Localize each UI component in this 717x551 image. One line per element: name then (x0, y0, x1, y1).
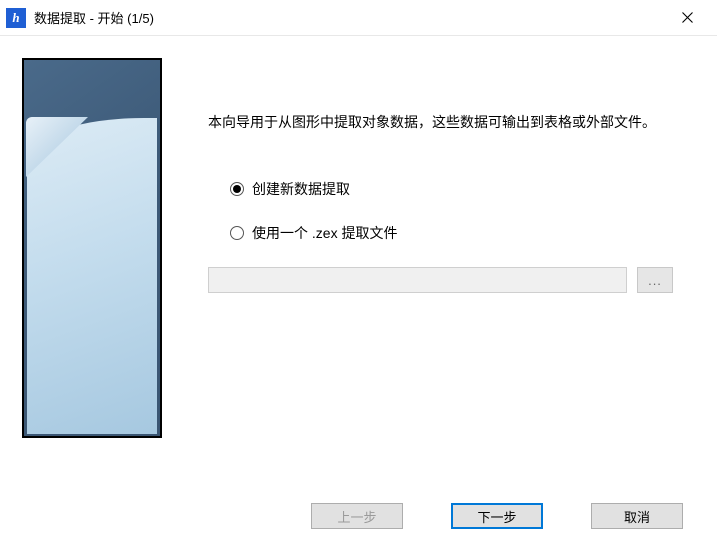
option-use-file[interactable]: 使用一个 .zex 提取文件 (230, 223, 673, 243)
back-button: 上一步 (311, 503, 403, 529)
wizard-illustration (22, 58, 162, 438)
file-path-row: ... (208, 267, 673, 293)
window-title: 数据提取 - 开始 (1/5) (34, 8, 665, 27)
intro-text: 本向导用于从图形中提取对象数据，这些数据可输出到表格或外部文件。 (208, 112, 673, 133)
cancel-button[interactable]: 取消 (591, 503, 683, 529)
app-icon: h (6, 8, 26, 28)
close-icon (682, 12, 693, 23)
radio-create-new[interactable] (230, 182, 244, 196)
content-area: 本向导用于从图形中提取对象数据，这些数据可输出到表格或外部文件。 创建新数据提取… (0, 36, 717, 474)
wizard-body: 本向导用于从图形中提取对象数据，这些数据可输出到表格或外部文件。 创建新数据提取… (162, 58, 695, 474)
option-use-file-label: 使用一个 .zex 提取文件 (252, 223, 397, 243)
page-curl-graphic (27, 118, 157, 434)
file-path-input (208, 267, 627, 293)
option-create-new-label: 创建新数据提取 (252, 179, 350, 199)
close-button[interactable] (665, 3, 709, 33)
option-create-new[interactable]: 创建新数据提取 (230, 179, 673, 199)
titlebar: h 数据提取 - 开始 (1/5) (0, 0, 717, 36)
browse-button: ... (637, 267, 673, 293)
next-button[interactable]: 下一步 (451, 503, 543, 529)
radio-use-file[interactable] (230, 226, 244, 240)
wizard-buttons: 上一步 下一步 取消 (311, 503, 683, 529)
